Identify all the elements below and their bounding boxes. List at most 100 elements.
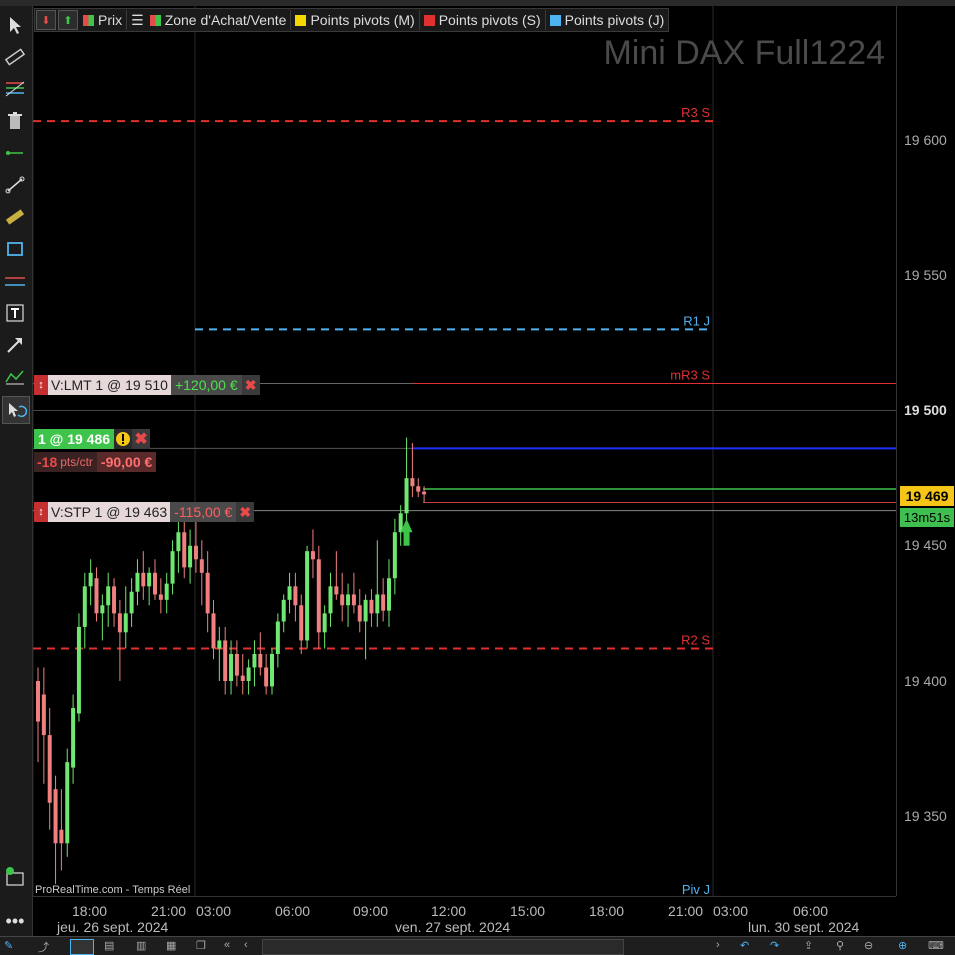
layers-icon[interactable]: ❐ bbox=[196, 939, 206, 953]
candle-body bbox=[392, 532, 397, 579]
candle-body bbox=[36, 681, 40, 722]
indicator-tool-icon[interactable] bbox=[2, 364, 28, 390]
drag-handle-icon[interactable]: ↕ bbox=[34, 502, 48, 522]
chart-canvas: R3 S R1 J mR3 S R2 S Piv J bbox=[33, 6, 896, 896]
candle-body bbox=[59, 829, 64, 844]
candle-body bbox=[310, 551, 315, 560]
legend-item-prix[interactable]: Prix bbox=[79, 10, 128, 30]
legend-item-pivots-s[interactable]: Points pivots (S) bbox=[420, 10, 546, 30]
position-pnl: -90,00 € bbox=[96, 452, 157, 472]
ruler-tool-icon[interactable] bbox=[2, 44, 28, 70]
legend-item-pivots-m[interactable]: Points pivots (M) bbox=[291, 10, 420, 30]
zoom-out-icon[interactable]: ⊖ bbox=[864, 939, 873, 953]
time-tick: 06:00 bbox=[275, 903, 311, 919]
share-icon[interactable]: ⤴ bbox=[38, 939, 49, 954]
price-swatch bbox=[83, 14, 94, 26]
undo-icon[interactable]: ↶ bbox=[740, 939, 749, 953]
scroll-right-icon[interactable]: › bbox=[716, 939, 720, 953]
close-icon[interactable]: ✖ bbox=[132, 429, 151, 449]
pivot-label: mR3 S bbox=[670, 367, 710, 382]
price-tick: 19 400 bbox=[904, 673, 947, 689]
candle-body bbox=[71, 708, 76, 768]
candle-body bbox=[322, 613, 327, 633]
candle-body bbox=[117, 613, 122, 633]
price-axis[interactable]: 19 600 19 550 19 500 19 450 19 400 19 35… bbox=[896, 6, 955, 896]
candle-body bbox=[76, 626, 81, 714]
legend-label: Points pivots (M) bbox=[310, 12, 415, 28]
candle-body bbox=[153, 572, 157, 595]
text-tool-icon[interactable] bbox=[2, 300, 28, 326]
candle-body bbox=[293, 586, 298, 606]
candle-body bbox=[305, 551, 310, 641]
trendline-icon[interactable] bbox=[2, 172, 28, 198]
arrow-tool-icon[interactable] bbox=[2, 332, 28, 358]
position-points-unit: pts/ctr bbox=[60, 455, 93, 469]
chart-type-icon[interactable]: ▥ bbox=[136, 939, 146, 953]
scroll-left-icon[interactable]: ‹ bbox=[244, 939, 248, 953]
candle-body bbox=[223, 640, 228, 681]
candle-body bbox=[176, 532, 181, 552]
warning-icon[interactable] bbox=[114, 429, 133, 449]
zoom-search-icon[interactable]: ⚲ bbox=[836, 939, 844, 953]
limit-order-label: V:LMT 1 @ 19 510 bbox=[48, 375, 171, 395]
candle-body bbox=[275, 621, 280, 654]
candle-body bbox=[82, 586, 87, 627]
position-quantity: 1 @ 19 486 bbox=[34, 429, 115, 449]
time-tick: 21:00 bbox=[151, 903, 187, 919]
bars-icon[interactable]: ▦ bbox=[166, 939, 176, 953]
time-tick: 09:00 bbox=[353, 903, 389, 919]
drag-handle-icon[interactable]: ↕ bbox=[34, 375, 48, 395]
candle-body bbox=[47, 735, 52, 803]
candle-body bbox=[240, 675, 245, 681]
pen-icon[interactable]: ✎ bbox=[4, 939, 13, 953]
more-options-icon[interactable]: ••• bbox=[2, 908, 28, 934]
stop-order-pnl: -115,00 € bbox=[170, 502, 237, 522]
close-icon[interactable]: ✖ bbox=[241, 375, 260, 395]
redo-icon[interactable]: ↷ bbox=[770, 939, 779, 953]
stop-order-tag[interactable]: ↕ V:STP 1 @ 19 463 -115,00 € ✖ bbox=[34, 502, 255, 522]
horizontal-scrollbar[interactable] bbox=[262, 939, 624, 955]
window-icon[interactable] bbox=[70, 939, 94, 955]
price-chart[interactable]: R3 S R1 J mR3 S R2 S Piv J bbox=[33, 6, 896, 896]
expand-icon[interactable]: ⬆ bbox=[58, 10, 78, 30]
legend-item-pivots-j[interactable]: Points pivots (J) bbox=[546, 10, 669, 30]
fibonacci-tool-icon[interactable] bbox=[2, 76, 28, 102]
collapse-icon[interactable]: ⬇ bbox=[36, 10, 56, 30]
export-icon[interactable]: ⇪ bbox=[804, 939, 813, 953]
candle-body bbox=[270, 653, 274, 687]
horizontal-segment-icon[interactable] bbox=[2, 140, 28, 166]
time-axis[interactable]: 18:00 21:00 03:00 06:00 09:00 12:00 15:0… bbox=[33, 896, 896, 937]
alerts-icon[interactable] bbox=[2, 864, 28, 890]
document-icon[interactable]: ▤ bbox=[104, 939, 114, 953]
candle-body bbox=[135, 572, 140, 592]
candle-body bbox=[41, 694, 46, 736]
list-icon: ☰ bbox=[131, 11, 144, 28]
date-label: lun. 30 sept. 2024 bbox=[748, 919, 860, 935]
keyboard-icon[interactable]: ⌨ bbox=[928, 939, 944, 953]
candle-body bbox=[404, 478, 409, 514]
limit-order-tag[interactable]: ↕ V:LMT 1 @ 19 510 +120,00 € ✖ bbox=[34, 375, 260, 395]
current-price-badge: 19 469 bbox=[900, 486, 954, 506]
stop-order-label: V:STP 1 @ 19 463 bbox=[48, 502, 171, 522]
time-tick: 21:00 bbox=[668, 903, 704, 919]
trash-icon[interactable] bbox=[2, 108, 28, 134]
candle-body bbox=[334, 586, 339, 595]
candle-body bbox=[387, 578, 391, 611]
candle-body bbox=[299, 605, 304, 641]
cursor-tool-icon[interactable] bbox=[2, 12, 28, 38]
candle-body bbox=[88, 572, 93, 587]
candle-body bbox=[340, 594, 345, 606]
open-position-box[interactable]: 1 @ 19 486 ✖ -18 pts/ctr -90,00 € bbox=[34, 429, 157, 472]
candle-body bbox=[229, 653, 234, 681]
collapse-left-icon[interactable]: « bbox=[224, 939, 230, 953]
zoom-in-icon[interactable]: ⊕ bbox=[898, 939, 907, 953]
close-icon[interactable]: ✖ bbox=[236, 502, 255, 522]
legend-item-zone[interactable]: ☰ Zone d'Achat/Vente bbox=[127, 10, 292, 30]
measure-tool-icon[interactable] bbox=[2, 204, 28, 230]
horizontal-line-icon[interactable] bbox=[2, 268, 28, 294]
candle-body bbox=[287, 586, 292, 600]
bottom-toolbar: ✎ ⤴ ▤ ▥ ▦ ❐ « ‹ › ↶ ↷ ⇪ ⚲ ⊖ ⊕ ⌨ bbox=[0, 936, 955, 955]
candle-body bbox=[264, 667, 269, 687]
undo-cursor-icon[interactable] bbox=[2, 396, 30, 424]
rectangle-tool-icon[interactable] bbox=[2, 236, 28, 262]
